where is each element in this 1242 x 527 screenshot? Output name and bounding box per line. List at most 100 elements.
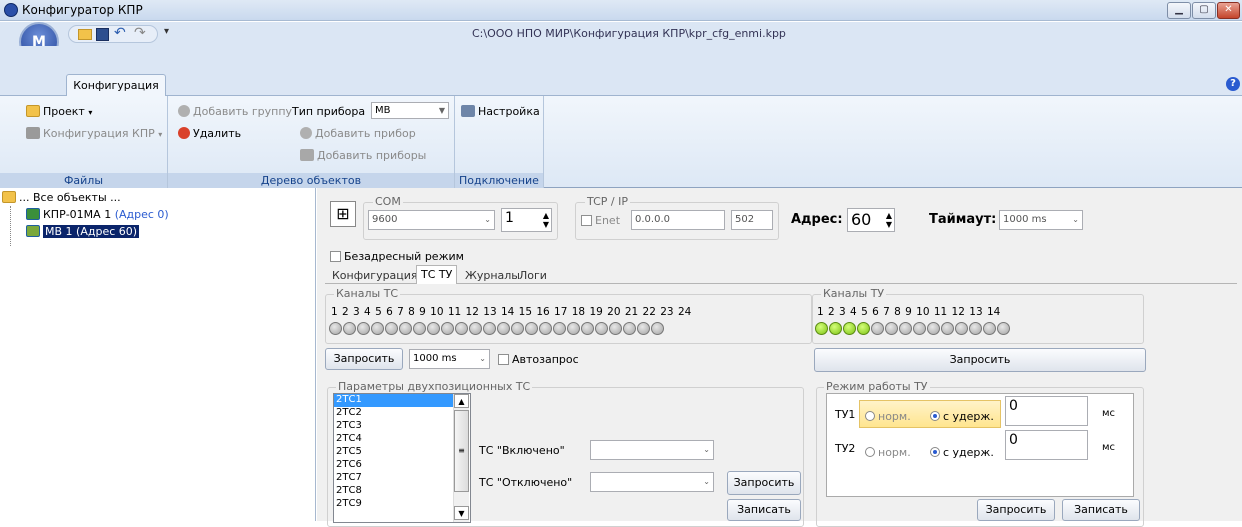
interval-select[interactable]: 1000 ms ⌄ [409,349,490,369]
plus-icon [300,127,312,139]
tree-item-kpr[interactable]: КПР-01МА 1 (Адрес 0) [26,208,169,221]
list-item[interactable]: 2ТС4 [334,433,454,446]
tc-led-10 [455,322,468,335]
list-item[interactable]: 2ТС7 [334,472,454,485]
kpr-config-button[interactable]: Конфигурация КПР ▾ [26,127,162,140]
tab-tc-tu[interactable]: ТС ТУ [416,265,458,284]
timeout-select[interactable]: 1000 ms ⌄ [999,210,1083,230]
chevron-down-icon: ⌄ [479,354,486,363]
connect-button[interactable]: ⊞ [330,201,356,227]
tcp-port-input[interactable]: 502 [731,210,773,230]
add-group-button[interactable]: Добавить группу [178,105,292,118]
tc-led-18 [567,322,580,335]
group-label-connection: Подключение [455,173,543,188]
redo-icon[interactable]: ↷ [134,25,146,41]
tc-led-21 [609,322,622,335]
port-spinner[interactable]: 1 ▲ ▼ [501,208,552,232]
spinner-arrows-icon: ▲ ▼ [885,211,892,229]
chevron-down-icon: ⌄ [1072,215,1079,224]
tc-led-11 [469,322,482,335]
tc-led-12 [483,322,496,335]
list-item[interactable]: 2ТС3 [334,420,454,433]
list-item[interactable]: 2ТС6 [334,459,454,472]
timeout-label: Таймаут: [929,212,997,227]
tu1-unit: мс [1102,408,1116,419]
tumode-request-button[interactable]: Запросить [977,499,1055,521]
tu-led-9 [927,322,940,335]
com-label: COM [373,195,403,208]
tree-lines [10,206,24,246]
maximize-icon[interactable]: ▢ [1192,2,1216,19]
project-button[interactable]: Проект ▾ [26,105,92,118]
list-item[interactable]: 2ТС8 [334,485,454,498]
list-item[interactable]: 2ТС9 [334,498,454,511]
params-write-button[interactable]: Записать [727,499,801,521]
noaddr-checkbox[interactable]: Безадресный режим [330,250,464,263]
enet-checkbox[interactable]: Enet [581,214,620,227]
delete-button[interactable]: Удалить [178,127,241,140]
tu-led-6 [885,322,898,335]
tc-request-button[interactable]: Запросить [325,348,403,370]
spinner-arrows-icon: ▲ ▼ [542,211,549,229]
tc-listbox[interactable]: 2ТС1 2ТС2 2ТС3 2ТС4 2ТС5 2ТС6 2ТС7 2ТС8 2ТС9 [333,393,471,523]
add-devices-button[interactable]: Добавить приборы [300,149,426,162]
tc-led-13 [497,322,510,335]
list-item[interactable]: 2ТС5 [334,446,454,459]
baud-select[interactable]: 9600 ⌄ [368,210,495,230]
tu-led-7 [899,322,912,335]
tc-led-7 [413,322,426,335]
tu1-hold-radio[interactable]: с удерж. [930,410,994,423]
device-type-select[interactable]: МВ ▼ [371,102,449,119]
autorequest-checkbox[interactable]: Автозапрос [498,353,579,366]
tree-item-mv[interactable]: МВ 1 (Адрес 60) [26,225,140,238]
tc-led-20 [595,322,608,335]
tc-led-15 [525,322,538,335]
settings-button[interactable]: Настройка [461,105,540,118]
tc-off-label: ТС "Отключено" [479,476,573,489]
tab-configuration[interactable]: Конфигурация [66,74,166,96]
tu2-unit: мс [1102,442,1116,453]
tc-led-17 [553,322,566,335]
tc-led-1 [329,322,342,335]
tu-request-button[interactable]: Запросить [814,348,1146,372]
tc-led-3 [357,322,370,335]
address-spinner[interactable]: 60 ▲ ▼ [847,208,895,232]
tu1-norm-radio[interactable]: норм. [865,410,911,423]
listbox-scrollbar[interactable]: ▲ ≡ ▼ [453,394,469,522]
undo-icon[interactable]: ↶ [114,25,126,41]
list-item[interactable]: 2ТС1 [334,394,454,407]
tu2-hold-radio[interactable]: с удерж. [930,446,994,459]
tree-root[interactable]: ... Все объекты ... [2,191,121,204]
tumode-write-button[interactable]: Записать [1062,499,1140,521]
tc-led-22 [623,322,636,335]
open-folder-icon[interactable] [78,29,92,40]
minimize-icon[interactable]: ▁ [1167,2,1191,19]
ip-input[interactable]: 0.0.0.0 [631,210,725,230]
tu-led-5 [871,322,884,335]
tu2-norm-radio[interactable]: норм. [865,446,911,459]
tab-configuration-sub[interactable]: Конфигурация [332,269,418,282]
scroll-down-icon[interactable]: ▼ [454,506,469,520]
close-icon[interactable]: ✕ [1217,2,1240,19]
plus-icon [178,105,190,117]
tu2-value-input[interactable]: 0 [1005,430,1088,460]
save-icon[interactable] [96,28,109,41]
tu1-value-input[interactable]: 0 [1005,396,1088,426]
scroll-thumb[interactable]: ≡ [454,410,469,492]
ribbon-tab-row: Конфигурация ? [0,46,1242,96]
tu-led-13 [983,322,996,335]
tc-channel-numbers: 1 2 3 4 5 6 7 8 9 10 11 12 13 14 15 16 1… [331,306,692,318]
tc-on-select[interactable]: ⌄ [590,440,714,460]
add-device-button[interactable]: Добавить прибор [300,127,416,140]
list-item[interactable]: 2ТС2 [334,407,454,420]
scroll-up-icon[interactable]: ▲ [454,394,469,408]
window-title: Конфигуратор КПР [22,3,143,17]
tab-journals[interactable]: Журналы [465,269,520,282]
help-icon[interactable]: ? [1226,77,1240,91]
params-request-button[interactable]: Запросить [727,471,801,495]
qat-customize-icon[interactable]: ▾ [164,26,169,37]
tc-off-select[interactable]: ⌄ [590,472,714,492]
tu-led-2 [829,322,842,335]
tab-logs[interactable]: Логи [519,269,547,282]
network-icon [461,105,475,117]
